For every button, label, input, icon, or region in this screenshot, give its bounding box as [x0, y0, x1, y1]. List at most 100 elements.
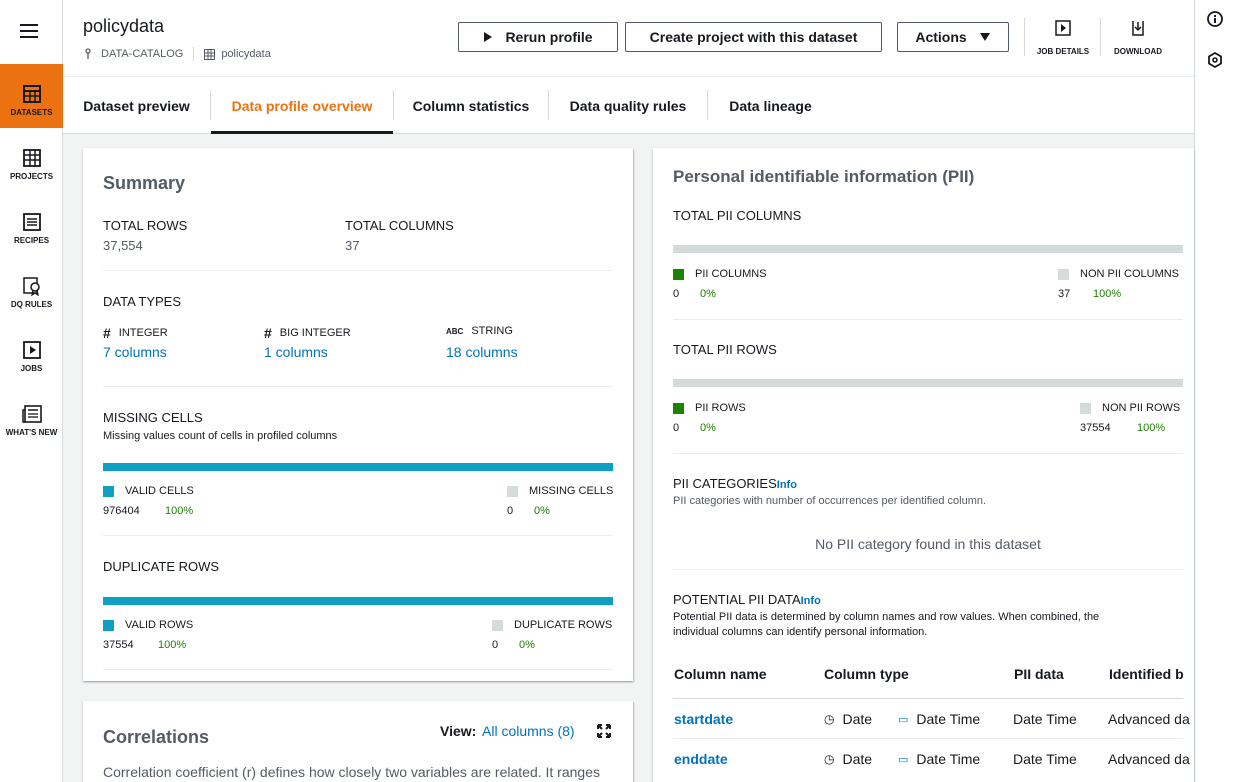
menu-icon[interactable]: [20, 24, 38, 38]
non-pii-columns-legend: NON PII COLUMNS: [1058, 268, 1179, 280]
nav-item-whats-new[interactable]: WHAT'S NEW: [0, 392, 63, 456]
valid-rows-count: 37554: [103, 639, 134, 651]
tab-label: Data lineage: [729, 97, 812, 114]
right-tools-rail: [1194, 0, 1234, 782]
big-integer-columns-link[interactable]: 1 columns: [264, 344, 328, 360]
legend-swatch: [1058, 268, 1069, 280]
actions-dropdown-button[interactable]: Actions: [897, 22, 1009, 52]
nav-item-projects[interactable]: PROJECTS: [0, 136, 63, 200]
side-nav: DATASETS PROJECTS RECIPES DQ RULES JOBS …: [0, 0, 63, 782]
duplicate-rows-title: DUPLICATE ROWS: [103, 559, 220, 574]
play-icon: [22, 341, 41, 359]
column-header-type[interactable]: Column type: [824, 666, 909, 682]
row-column-name-link[interactable]: startdate: [674, 711, 733, 727]
row-column-name-link[interactable]: enddate: [674, 751, 728, 767]
pii-categories-title: PII CATEGORIESInfo: [673, 476, 797, 491]
tab-dataset-preview[interactable]: Dataset preview: [63, 77, 210, 134]
legend-swatch: [103, 485, 114, 497]
non-pii-columns-count: 37: [1058, 288, 1071, 300]
row-identified-by: Advanced da: [1108, 711, 1190, 727]
missing-cells-description: Missing values count of cells in profile…: [103, 430, 338, 442]
pii-categories-info-link[interactable]: Info: [777, 479, 797, 491]
expand-icon[interactable]: [597, 724, 611, 738]
tab-data-quality-rules[interactable]: Data quality rules: [549, 77, 707, 134]
row-pii-data: Date Time: [1013, 711, 1077, 727]
download-button[interactable]: DOWNLOAD: [1100, 20, 1176, 56]
row-type2-label: Date Time: [916, 751, 981, 767]
missing-cells-percent: 0%: [534, 505, 550, 517]
duplicate-rows-count: 0: [492, 639, 499, 651]
column-header-pii-data[interactable]: PII data: [1014, 666, 1064, 682]
rerun-profile-button[interactable]: Rerun profile: [458, 22, 618, 52]
view-columns-dropdown[interactable]: All columns (8): [482, 723, 575, 739]
ribbon-icon: [22, 277, 40, 296]
row-divider: [673, 738, 1183, 739]
tab-data-profile-overview[interactable]: Data profile overview: [211, 77, 393, 134]
no-pii-category-message: No PII category found in this dataset: [815, 536, 1041, 552]
pii-title: Personal identifiable information (PII): [673, 167, 975, 186]
list-icon: [22, 213, 41, 231]
duplicate-rows-percent: 0%: [519, 639, 535, 651]
table-header-divider: [673, 698, 1183, 699]
newspaper-icon: [21, 405, 42, 423]
pii-columns-percent: 0%: [700, 288, 716, 300]
breadcrumb-catalog-label: DATA-CATALOG: [101, 48, 184, 60]
info-icon[interactable]: [1206, 10, 1224, 28]
missing-cells-title: MISSING CELLS: [103, 410, 203, 425]
summary-card: Summary TOTAL ROWS 37,554 TOTAL COLUMNS …: [83, 148, 633, 681]
potential-pii-title: POTENTIAL PII DATAInfo: [673, 592, 821, 607]
nav-item-jobs[interactable]: JOBS: [0, 328, 63, 392]
pin-icon: [85, 48, 91, 59]
legend-swatch: [673, 268, 684, 280]
settings-hexagon-icon[interactable]: [1206, 51, 1224, 69]
divider: [673, 319, 1183, 320]
breadcrumb-dataset[interactable]: policydata: [204, 48, 271, 60]
missing-cells-count: 0: [507, 505, 514, 517]
summary-title: Summary: [103, 173, 186, 193]
string-columns-link[interactable]: 18 columns: [446, 344, 518, 360]
column-header-identified-by[interactable]: Identified b: [1109, 666, 1184, 682]
tab-column-statistics[interactable]: Column statistics: [394, 77, 548, 134]
tab-data-lineage[interactable]: Data lineage: [708, 77, 833, 134]
nav-label: PROJECTS: [9, 172, 54, 181]
total-pii-columns-label: TOTAL PII COLUMNS: [673, 208, 802, 223]
nav-item-dq-rules[interactable]: DQ RULES: [0, 264, 63, 328]
nav-item-datasets[interactable]: DATASETS: [0, 64, 63, 128]
type-name: INTEGER: [118, 327, 168, 339]
breadcrumb-catalog[interactable]: DATA-CATALOG: [83, 48, 183, 60]
potential-pii-info-link[interactable]: Info: [801, 595, 821, 607]
clock-icon: ◷: [824, 752, 835, 766]
job-details-button[interactable]: JOB DETAILS: [1025, 20, 1101, 56]
total-pii-rows-label: TOTAL PII ROWS: [673, 342, 777, 357]
potential-pii-description-2: individual columns can identify personal…: [673, 626, 928, 638]
divider: [103, 669, 613, 670]
table-icon: [22, 85, 41, 103]
missing-cells-bar: [103, 463, 613, 471]
legend-label: PII COLUMNS: [695, 268, 767, 280]
column-header-name[interactable]: Column name: [674, 666, 767, 682]
nav-item-recipes[interactable]: RECIPES: [0, 200, 63, 264]
correlations-description: Correlation coefficient (r) defines how …: [103, 764, 600, 780]
valid-cells-percent: 100%: [165, 505, 194, 517]
legend-swatch: [507, 485, 518, 497]
duplicate-rows-bar: [103, 597, 613, 605]
integer-columns-link[interactable]: 7 columns: [103, 344, 167, 360]
legend-swatch: [103, 619, 114, 631]
row-type-label: Date: [842, 751, 873, 767]
calendar-icon: ▭: [898, 713, 909, 726]
row-column-type: ◷ Date: [824, 751, 872, 767]
legend-swatch: [673, 402, 684, 414]
create-project-button[interactable]: Create project with this dataset: [625, 22, 882, 52]
row-pii-data: Date Time: [1013, 751, 1077, 767]
row-type-label: Date: [842, 711, 873, 727]
valid-rows-percent: 100%: [158, 639, 187, 651]
total-columns-value: 37: [345, 238, 360, 253]
page-header: policydata DATA-CATALOG policydata Rerun…: [63, 0, 1194, 77]
type-string: ABC STRING: [446, 325, 513, 337]
duplicate-rows-legend: DUPLICATE ROWS: [492, 619, 612, 631]
legend-label: VALID ROWS: [125, 619, 194, 631]
pii-categories-description: PII categories with number of occurrence…: [673, 495, 987, 507]
breadcrumb: DATA-CATALOG policydata: [83, 47, 271, 61]
pii-rows-percent: 0%: [700, 422, 716, 434]
row-column-type-2: ▭ Date Time: [898, 751, 980, 767]
